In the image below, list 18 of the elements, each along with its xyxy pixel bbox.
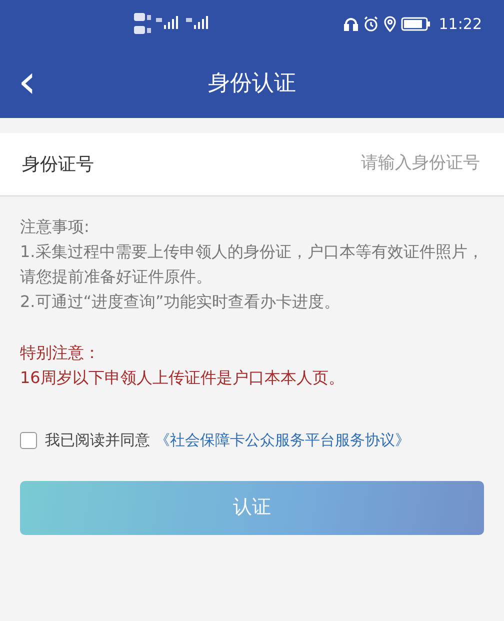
field-label: 身份证号	[22, 152, 94, 176]
agreement-text: 我已阅读并同意 《社会保障卡公众服务平台服务协议》	[45, 430, 410, 451]
warning-heading: 特别注意：	[20, 342, 101, 364]
notes-heading: 注意事项:	[20, 216, 90, 238]
note-text: 2.可通过“进度查询”功能实时查看办卡进度。	[20, 290, 341, 313]
battery-icon	[400, 17, 431, 31]
alarm-icon	[362, 16, 379, 32]
agreement-link[interactable]: 《社会保障卡公众服务平台服务协议》	[154, 431, 410, 449]
clock-time: 11:22	[438, 14, 482, 35]
id-field-panel[interactable]: 身份证号 请输入身份证号	[0, 133, 504, 197]
warning-text: 16周岁以下申领人上传证件是户口本本人页。	[20, 367, 346, 390]
headphones-icon	[342, 16, 359, 32]
page-title: 身份认证	[208, 70, 296, 98]
agree-checkbox[interactable]	[20, 432, 37, 449]
back-button[interactable]: ‹	[10, 58, 44, 104]
id-number-field[interactable]: 请输入身份证号	[110, 150, 482, 178]
note-text: 1.采集过程中需要上传申领人的身份证，户口本等有效证件照片，请您提前准备好证件原件。	[20, 240, 484, 288]
location-icon	[382, 16, 397, 32]
